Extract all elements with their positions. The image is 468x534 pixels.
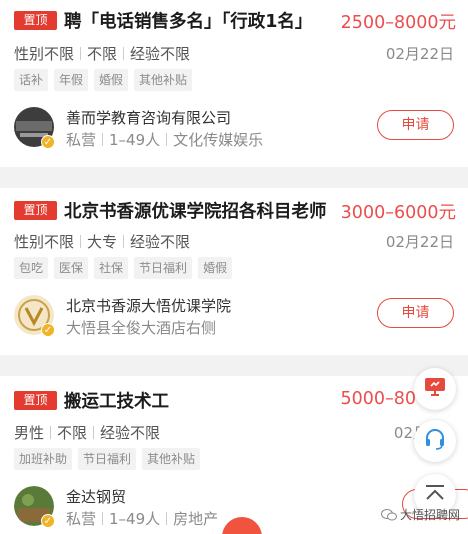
post-date: 02月22日 bbox=[385, 233, 454, 251]
apply-button[interactable]: 申请 bbox=[377, 110, 454, 140]
divider bbox=[166, 512, 168, 525]
requirements: 性别不限 大专 经验不限 bbox=[14, 231, 190, 252]
benefit-tag: 包吃 bbox=[14, 257, 49, 279]
monitor-button[interactable] bbox=[414, 368, 456, 410]
company-name[interactable]: 善而学教育咨询有限公司 bbox=[66, 107, 231, 128]
divider bbox=[166, 133, 168, 146]
req-gender: 男性 bbox=[14, 424, 45, 442]
company-meta: 私营 1–49人 文化传媒娱乐 bbox=[66, 129, 276, 150]
verified-icon: ✓ bbox=[41, 323, 55, 337]
req-experience: 经验不限 bbox=[130, 233, 191, 251]
job-title-row: 置顶 搬运工技术工 5000–80 bbox=[14, 389, 456, 415]
benefit-tag: 其他补贴 bbox=[134, 69, 193, 91]
company-industry: 文化传媒娱乐 bbox=[173, 131, 264, 149]
req-gender: 性别不限 bbox=[14, 45, 75, 63]
headset-icon bbox=[423, 427, 447, 455]
apply-button[interactable]: 申请 bbox=[377, 298, 454, 328]
req-education: 不限 bbox=[87, 45, 118, 63]
benefit-tag: 婚假 bbox=[94, 69, 129, 91]
requirements: 性别不限 不限 经验不限 bbox=[14, 43, 190, 64]
job-title-row: 置顶 北京书香源优课学院招各科目老师 3000–6000元 bbox=[14, 199, 456, 225]
benefit-tag: 婚假 bbox=[198, 257, 233, 279]
req-experience: 经验不限 bbox=[130, 45, 191, 63]
divider bbox=[80, 235, 82, 248]
benefit-tag: 其他补贴 bbox=[142, 448, 201, 470]
wechat-icon bbox=[380, 508, 397, 521]
divider bbox=[50, 426, 52, 439]
req-education: 不限 bbox=[57, 424, 88, 442]
pinned-badge: 置顶 bbox=[14, 391, 57, 410]
job-title[interactable]: 搬运工技术工 bbox=[64, 388, 169, 413]
benefit-tags: 包吃 医保 社保 节日福利 婚假 bbox=[14, 257, 233, 279]
company-meta: 私营 1–49人 房地产 bbox=[66, 508, 226, 529]
company-row[interactable]: ✓ 善而学教育咨询有限公司 私营 1–49人 文化传媒娱乐 申请 bbox=[14, 107, 454, 151]
job-card[interactable]: 置顶 聘「电话销售多名」「行政1名」 2500–8000元 性别不限 不限 经验不限… bbox=[0, 0, 468, 167]
benefit-tag: 话补 bbox=[14, 69, 49, 91]
verified-icon: ✓ bbox=[41, 514, 55, 528]
pinned-badge: 置顶 bbox=[14, 11, 57, 30]
customer-service-button[interactable] bbox=[414, 420, 456, 462]
benefit-tag: 年假 bbox=[54, 69, 89, 91]
benefit-tags: 话补 年假 婚假 其他补贴 bbox=[14, 69, 193, 91]
company-meta: 大悟县全俊大酒店右侧 bbox=[66, 317, 276, 338]
company-type: 私营 bbox=[66, 131, 97, 149]
post-date: 02月22日 bbox=[385, 45, 454, 63]
benefit-tag: 节日福利 bbox=[134, 257, 193, 279]
divider bbox=[93, 426, 95, 439]
watermark-text: 大悟招聘网 bbox=[399, 508, 460, 522]
watermark: 大悟招聘网 bbox=[380, 506, 460, 523]
req-education: 大专 bbox=[87, 233, 118, 251]
back-to-top-icon bbox=[423, 483, 447, 507]
salary: 2500–8000元 bbox=[340, 13, 456, 33]
job-title-row: 置顶 聘「电话销售多名」「行政1名」 2500–8000元 bbox=[14, 9, 456, 35]
salary: 3000–6000元 bbox=[340, 203, 456, 223]
company-industry: 房地产 bbox=[173, 510, 219, 528]
req-experience: 经验不限 bbox=[100, 424, 161, 442]
company-size: 1–49人 bbox=[109, 510, 161, 528]
req-gender: 性别不限 bbox=[14, 233, 75, 251]
benefit-tag: 节日福利 bbox=[78, 448, 137, 470]
job-title[interactable]: 聘「电话销售多名」「行政1名」 bbox=[64, 8, 312, 33]
job-card[interactable]: 置顶 北京书香源优课学院招各科目老师 3000–6000元 性别不限 大专 经验不限… bbox=[0, 188, 468, 355]
benefit-tag: 加班补助 bbox=[14, 448, 73, 470]
benefit-tag: 医保 bbox=[54, 257, 89, 279]
salary: 5000–80 bbox=[340, 389, 416, 409]
company-type: 私营 bbox=[66, 510, 97, 528]
divider bbox=[102, 133, 104, 146]
requirements: 男性 不限 经验不限 bbox=[14, 422, 160, 443]
company-address: 大悟县全俊大酒店右侧 bbox=[66, 319, 217, 337]
divider bbox=[80, 47, 82, 60]
company-name[interactable]: 北京书香源大悟优课学院 bbox=[66, 295, 231, 316]
company-size: 1–49人 bbox=[109, 131, 161, 149]
verified-icon: ✓ bbox=[41, 135, 55, 149]
divider bbox=[102, 512, 104, 525]
pinned-badge: 置顶 bbox=[14, 201, 57, 220]
benefit-tag: 社保 bbox=[94, 257, 129, 279]
divider bbox=[123, 235, 125, 248]
job-title[interactable]: 北京书香源优课学院招各科目老师 bbox=[64, 198, 327, 223]
benefit-tags: 加班补助 节日福利 其他补贴 bbox=[14, 448, 201, 470]
company-name[interactable]: 金达钢贸 bbox=[66, 486, 126, 507]
monitor-icon bbox=[423, 376, 447, 402]
company-row[interactable]: ✓ 北京书香源大悟优课学院 大悟县全俊大酒店右侧 申请 bbox=[14, 295, 454, 339]
divider bbox=[123, 47, 125, 60]
